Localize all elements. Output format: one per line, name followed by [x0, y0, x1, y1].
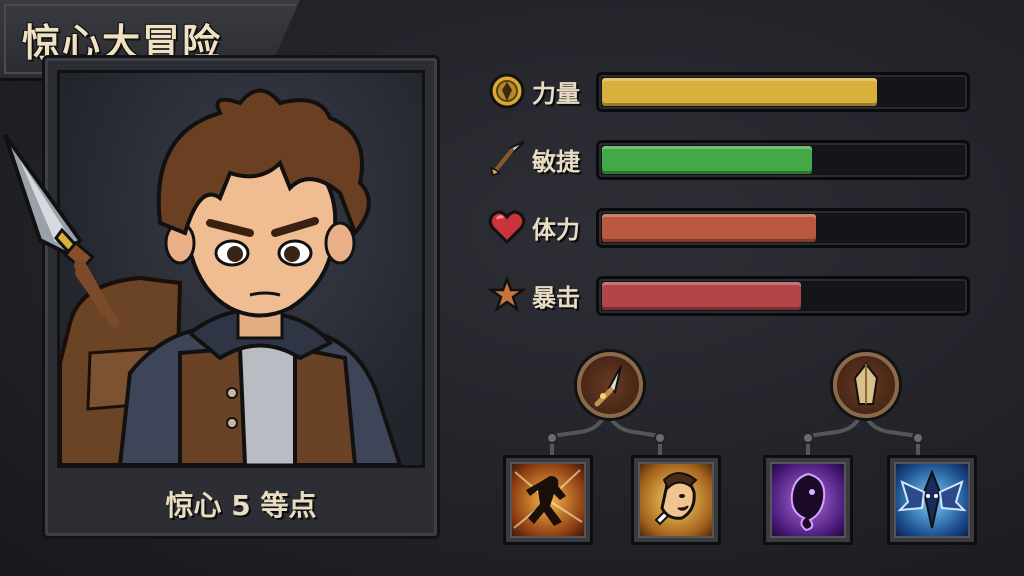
crystal-node-icon	[853, 362, 879, 405]
dash-skill-icon	[513, 469, 583, 529]
skill-node-crystal[interactable]	[833, 352, 899, 418]
spearhead-node-icon	[594, 365, 622, 407]
skill-node-spearhead[interactable]	[577, 352, 643, 418]
ice-wings-skill-icon	[897, 469, 967, 529]
skill-slot-shadow[interactable]	[766, 458, 850, 542]
skill-slot-battle-cry[interactable]	[634, 458, 718, 542]
shadow-skill-icon	[790, 472, 826, 532]
skill-slot-ice-wings[interactable]	[890, 458, 974, 542]
skill-slot-dash[interactable]	[506, 458, 590, 542]
battle-cry-skill-icon	[654, 472, 698, 526]
